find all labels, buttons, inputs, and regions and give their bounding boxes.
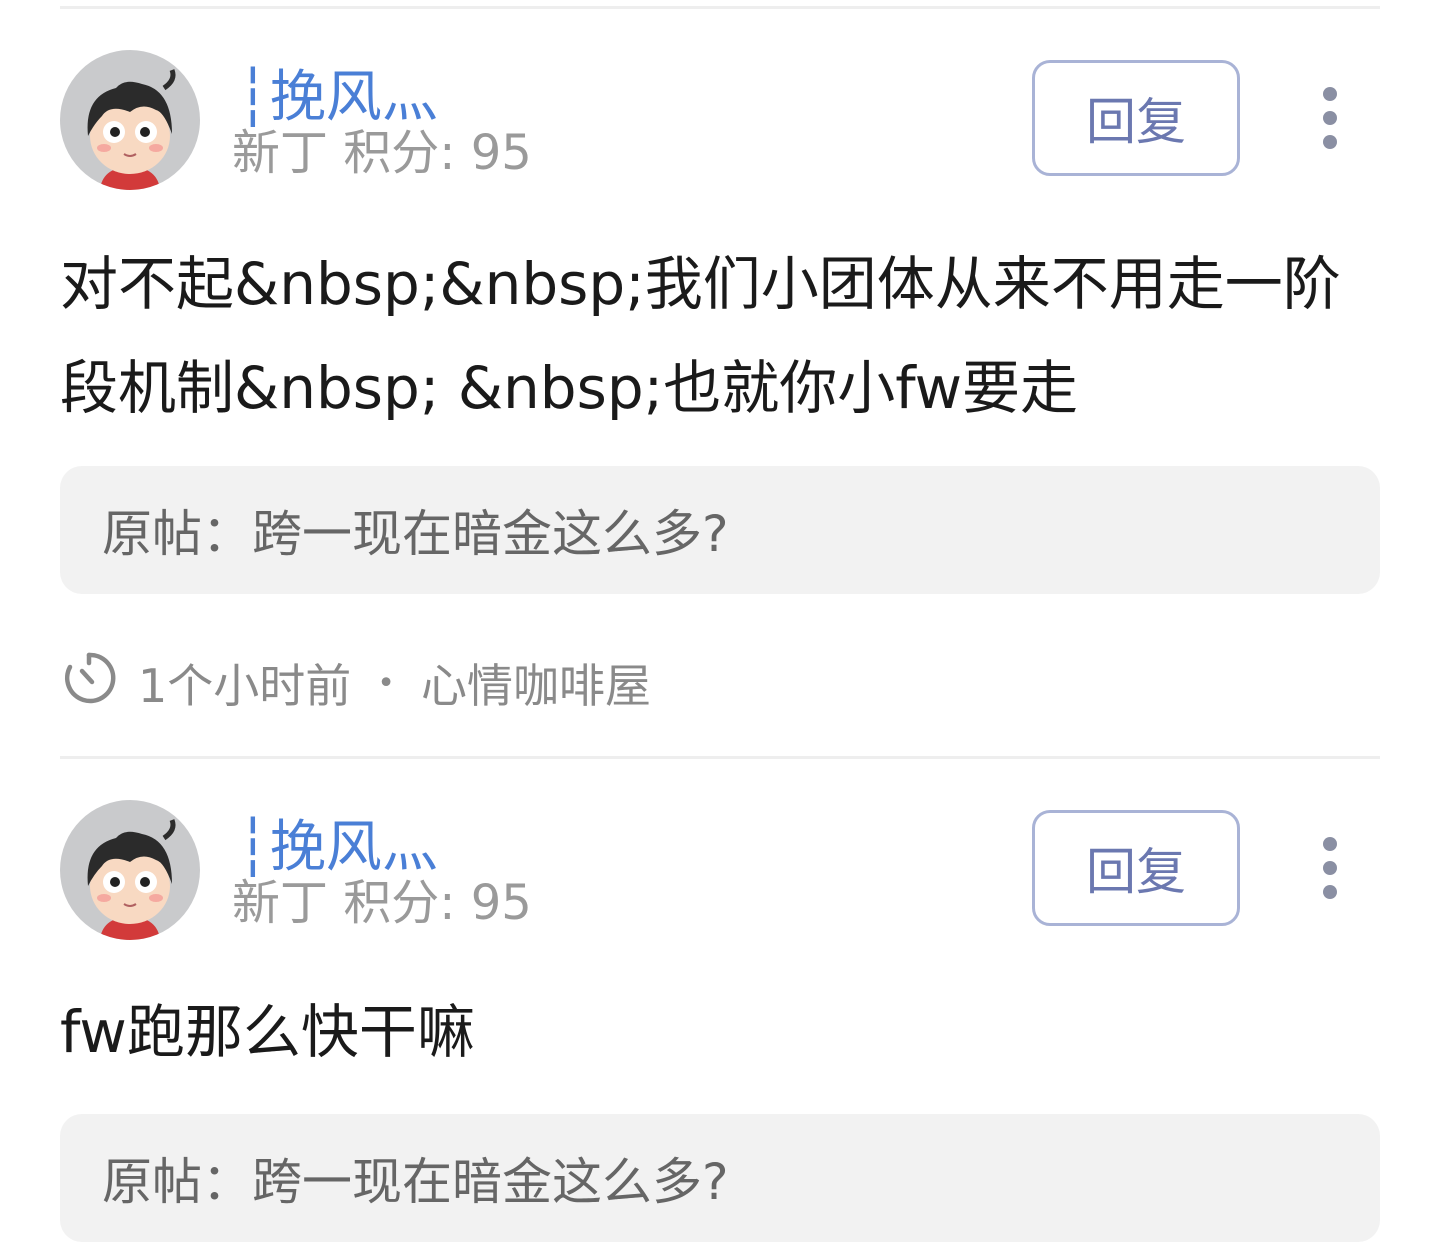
avatar[interactable] [60, 50, 200, 190]
avatar[interactable] [60, 800, 200, 940]
top-divider [60, 6, 1380, 9]
clock-icon [62, 651, 116, 716]
post-divider [60, 756, 1380, 759]
original-post-quote[interactable]: 原帖：跨一现在暗金这么多? [60, 1114, 1380, 1242]
post-time: 1个小时前 [138, 659, 352, 713]
reply-button[interactable]: 回复 [1032, 60, 1240, 176]
more-vertical-icon[interactable] [1310, 86, 1350, 150]
cartoon-boy-avatar-icon [60, 50, 200, 190]
more-vertical-icon[interactable] [1310, 836, 1350, 900]
original-post-quote[interactable]: 原帖：跨一现在暗金这么多? [60, 466, 1380, 594]
user-rank-score: 新丁 积分: 95 [232, 125, 532, 181]
post-meta: 1个小时前 • 心情咖啡屋 [62, 650, 651, 716]
comment-content: fw跑那么快干嘛 [60, 998, 475, 1066]
username[interactable]: ┆挽风灬 [236, 68, 438, 128]
reply-button[interactable]: 回复 [1032, 810, 1240, 926]
separator-dot: • [377, 665, 395, 701]
cartoon-boy-avatar-icon [60, 800, 200, 940]
user-rank-score: 新丁 积分: 95 [232, 875, 532, 931]
username[interactable]: ┆挽风灬 [236, 818, 438, 878]
forum-name[interactable]: 心情咖啡屋 [421, 650, 651, 716]
comment-content: 对不起&nbsp;&nbsp;我们小团体从来不用走一阶段机制&nbsp; &nb… [60, 250, 1341, 422]
